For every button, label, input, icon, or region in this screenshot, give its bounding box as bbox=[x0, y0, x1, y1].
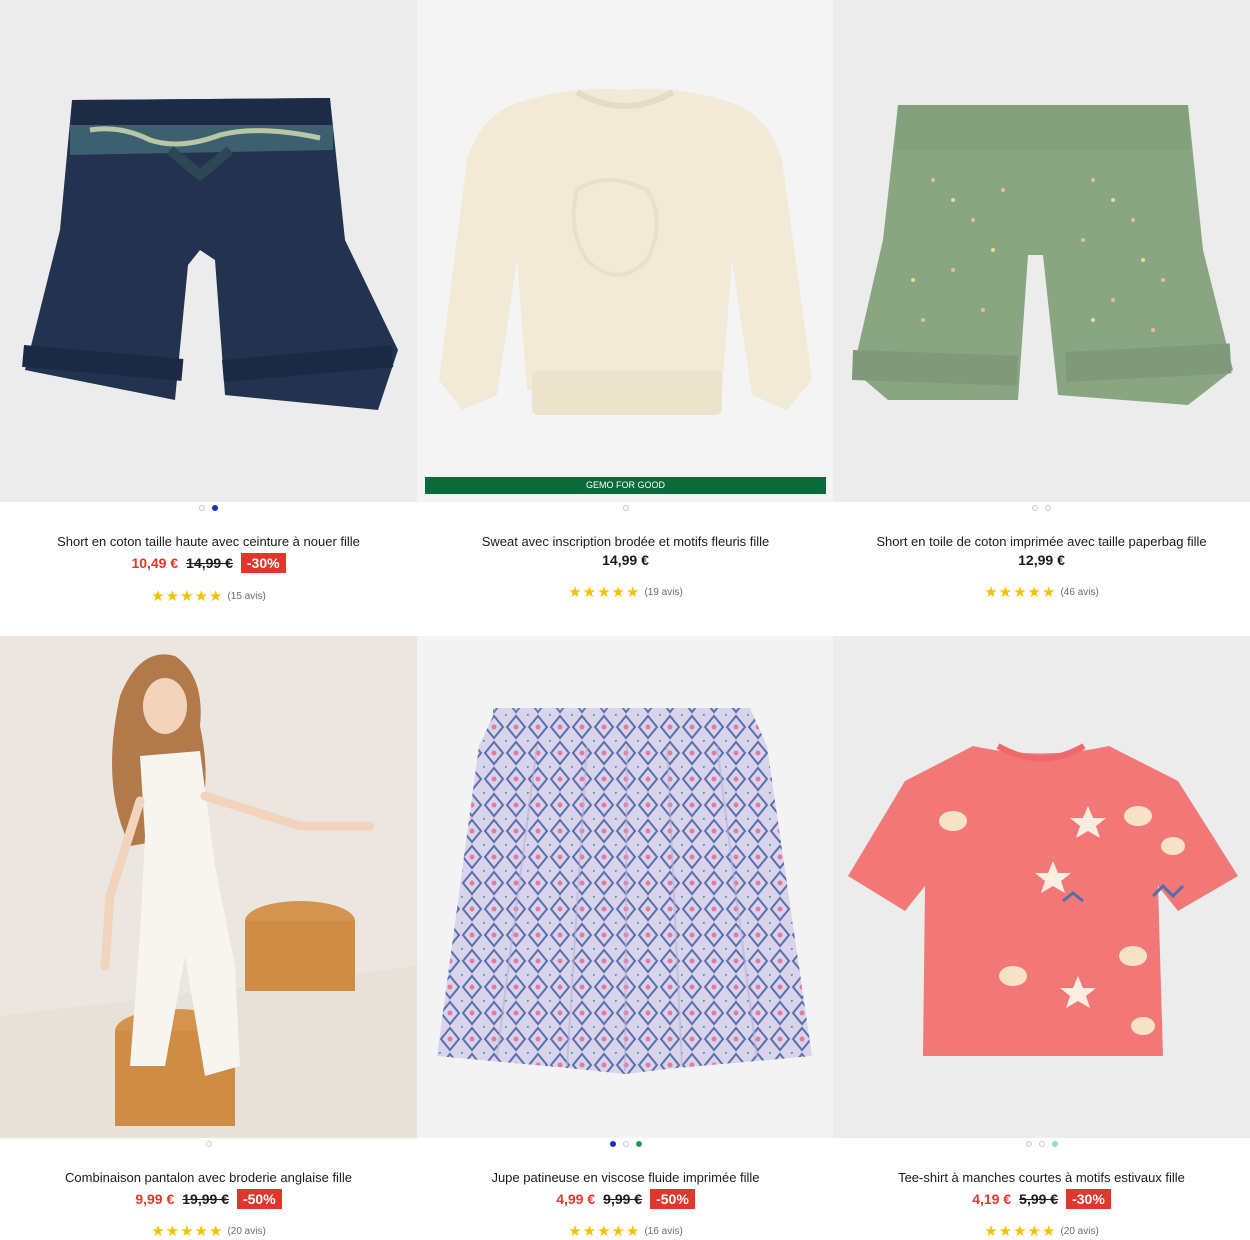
product-image[interactable] bbox=[833, 636, 1250, 1138]
price-row: 4,99 € 9,99 € -50% bbox=[417, 1189, 834, 1209]
pink-tshirt-image bbox=[833, 636, 1250, 1138]
old-price: 14,99 € bbox=[186, 555, 233, 571]
product-title[interactable]: Short en toile de coton imprimée avec ta… bbox=[833, 534, 1250, 549]
price-row: 9,99 € 19,99 € -50% bbox=[0, 1189, 417, 1209]
product-title[interactable]: Sweat avec inscription brodée et motifs … bbox=[417, 534, 834, 549]
product-image[interactable] bbox=[0, 0, 417, 502]
sale-price: 10,49 € bbox=[131, 555, 179, 571]
star-rating-icon: ★★★★★ bbox=[984, 1222, 1057, 1240]
rating[interactable]: ★★★★★ (20 avis) bbox=[0, 1222, 417, 1240]
star-rating-icon: ★★★★★ bbox=[984, 583, 1057, 601]
product-image[interactable] bbox=[417, 636, 834, 1138]
discount-badge: -50% bbox=[236, 1189, 282, 1209]
price-row: 14,99 € bbox=[417, 552, 834, 568]
color-swatch[interactable] bbox=[1025, 1141, 1032, 1147]
star-rating-icon: ★★★★★ bbox=[568, 583, 641, 601]
product-card[interactable]: Short en coton taille haute avec ceintur… bbox=[0, 0, 417, 630]
old-price: 9,99 € bbox=[603, 1191, 643, 1207]
product-image[interactable] bbox=[833, 0, 1250, 502]
product-card[interactable]: Tee-shirt à manches courtes à motifs est… bbox=[833, 636, 1250, 1240]
price: 12,99 € bbox=[1018, 552, 1065, 568]
sale-price: 4,99 € bbox=[556, 1191, 596, 1207]
review-count: (15 avis) bbox=[227, 590, 266, 602]
color-swatch[interactable] bbox=[1051, 1141, 1058, 1147]
product-title[interactable]: Combinaison pantalon avec broderie angla… bbox=[0, 1170, 417, 1185]
discount-badge: -30% bbox=[240, 553, 286, 573]
color-swatch[interactable] bbox=[622, 1141, 629, 1147]
color-swatch[interactable] bbox=[622, 505, 629, 511]
product-title[interactable]: Tee-shirt à manches courtes à motifs est… bbox=[833, 1170, 1250, 1185]
sale-price: 9,99 € bbox=[135, 1191, 175, 1207]
price: 14,99 € bbox=[602, 552, 649, 568]
discount-badge: -50% bbox=[650, 1189, 695, 1209]
rating[interactable]: ★★★★★ (19 avis) bbox=[417, 583, 834, 601]
price-row: 12,99 € bbox=[833, 552, 1250, 568]
printed-skirt-image bbox=[417, 636, 834, 1138]
color-swatch[interactable] bbox=[1038, 1141, 1045, 1147]
color-swatch[interactable] bbox=[1045, 505, 1051, 511]
product-card[interactable]: Short en toile de coton imprimée avec ta… bbox=[833, 0, 1250, 630]
review-count: (16 avis) bbox=[644, 1225, 683, 1237]
old-price: 19,99 € bbox=[182, 1191, 229, 1207]
product-title[interactable]: Short en coton taille haute avec ceintur… bbox=[0, 534, 417, 549]
product-title[interactable]: Jupe patineuse en viscose fluide imprimé… bbox=[417, 1170, 834, 1185]
jumpsuit-model-image bbox=[0, 636, 417, 1138]
color-swatch[interactable] bbox=[635, 1141, 642, 1147]
color-swatch[interactable] bbox=[205, 1141, 212, 1147]
old-price: 5,99 € bbox=[1019, 1191, 1059, 1207]
product-card[interactable]: GEMO FOR GOOD Sweat avec inscription bro… bbox=[417, 0, 834, 630]
review-count: (46 avis) bbox=[1060, 586, 1099, 598]
price-row: 4,19 € 5,99 € -30% bbox=[833, 1189, 1250, 1209]
color-swatch[interactable] bbox=[199, 505, 205, 511]
navy-shorts-image bbox=[0, 0, 417, 502]
cream-sweatshirt-image bbox=[417, 0, 834, 502]
discount-badge: -30% bbox=[1066, 1189, 1111, 1209]
sale-price: 4,19 € bbox=[972, 1191, 1012, 1207]
product-image[interactable] bbox=[417, 0, 834, 502]
product-grid: Short en coton taille haute avec ceintur… bbox=[0, 0, 1250, 1240]
gemo-for-good-label: GEMO FOR GOOD bbox=[425, 477, 826, 494]
product-card[interactable]: Jupe patineuse en viscose fluide imprimé… bbox=[417, 636, 834, 1240]
review-count: (20 avis) bbox=[227, 1225, 266, 1237]
color-swatch[interactable] bbox=[609, 1141, 616, 1147]
rating[interactable]: ★★★★★ (15 avis) bbox=[0, 587, 417, 605]
rating[interactable]: ★★★★★ (20 avis) bbox=[833, 1222, 1250, 1240]
review-count: (20 avis) bbox=[1060, 1225, 1099, 1237]
rating[interactable]: ★★★★★ (46 avis) bbox=[833, 583, 1250, 601]
rating[interactable]: ★★★★★ (16 avis) bbox=[417, 1222, 834, 1240]
price-row: 10,49 € 14,99 € -30% bbox=[0, 553, 417, 573]
green-shorts-image bbox=[833, 0, 1250, 502]
star-rating-icon: ★★★★★ bbox=[568, 1222, 641, 1240]
review-count: (19 avis) bbox=[644, 586, 683, 598]
color-swatch[interactable] bbox=[1032, 505, 1038, 511]
product-card[interactable]: Combinaison pantalon avec broderie angla… bbox=[0, 636, 417, 1240]
product-image[interactable] bbox=[0, 636, 417, 1138]
star-rating-icon: ★★★★★ bbox=[151, 587, 224, 605]
color-swatch[interactable] bbox=[212, 505, 218, 511]
star-rating-icon: ★★★★★ bbox=[151, 1222, 224, 1240]
